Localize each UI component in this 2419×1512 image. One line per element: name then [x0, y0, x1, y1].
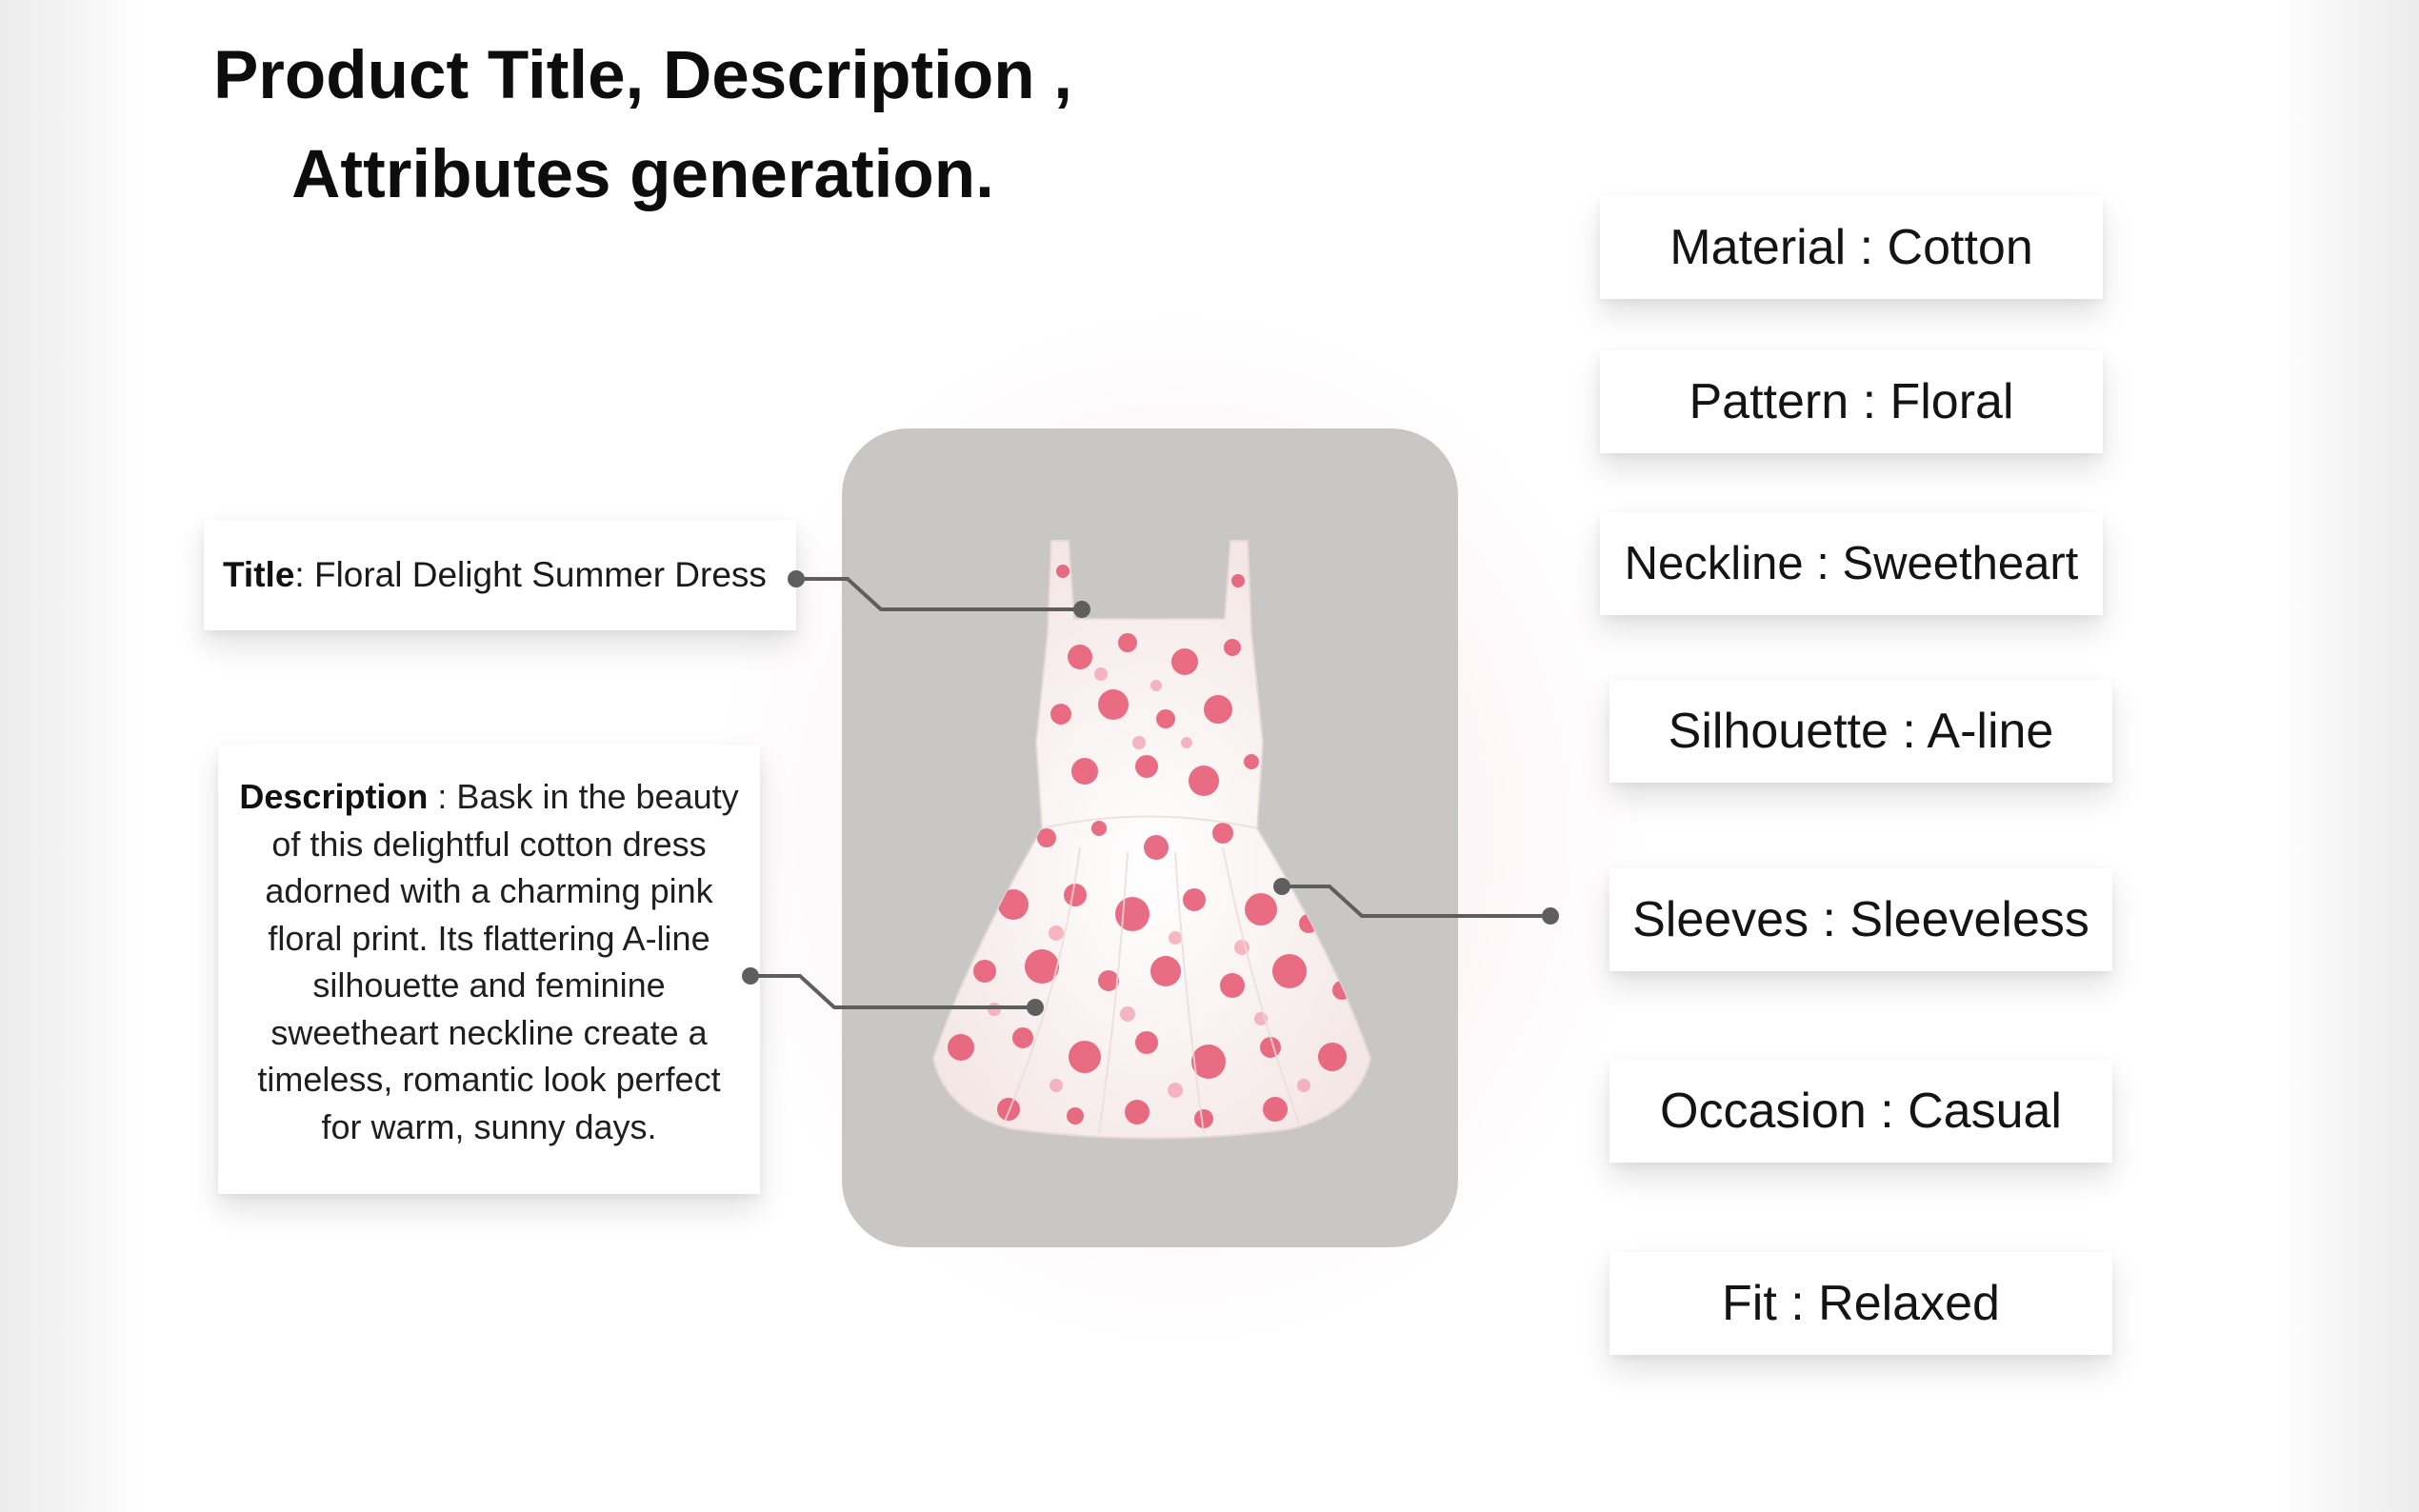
title-card: Title: Floral Delight Summer Dress: [204, 520, 796, 630]
dress-illustration: [931, 540, 1372, 1140]
attribute-sleeves: Sleeves : Sleeveless: [1609, 868, 2112, 971]
title-label: Title: [223, 555, 295, 594]
heading-line-2: Attributes generation.: [291, 137, 994, 212]
page-heading: Product Title, Description , Attributes …: [162, 27, 1124, 225]
right-page-fade: [2276, 0, 2419, 1512]
description-text: : Bask in the beauty of this delightful …: [257, 777, 739, 1146]
attribute-occasion: Occasion : Casual: [1609, 1060, 2112, 1163]
title-value: : Floral Delight Summer Dress: [294, 555, 767, 594]
product-image-panel: [842, 428, 1458, 1247]
attribute-pattern: Pattern : Floral: [1600, 350, 2103, 453]
description-card: Description : Bask in the beauty of this…: [218, 745, 760, 1194]
attribute-neckline: Neckline : Sweetheart: [1600, 512, 2103, 615]
heading-line-1: Product Title, Description ,: [212, 38, 1073, 113]
left-page-fade: [0, 0, 143, 1512]
attribute-fit: Fit : Relaxed: [1609, 1252, 2112, 1355]
attribute-material: Material : Cotton: [1600, 196, 2103, 299]
description-label: Description: [239, 777, 429, 816]
attribute-silhouette: Silhouette : A-line: [1609, 680, 2112, 783]
